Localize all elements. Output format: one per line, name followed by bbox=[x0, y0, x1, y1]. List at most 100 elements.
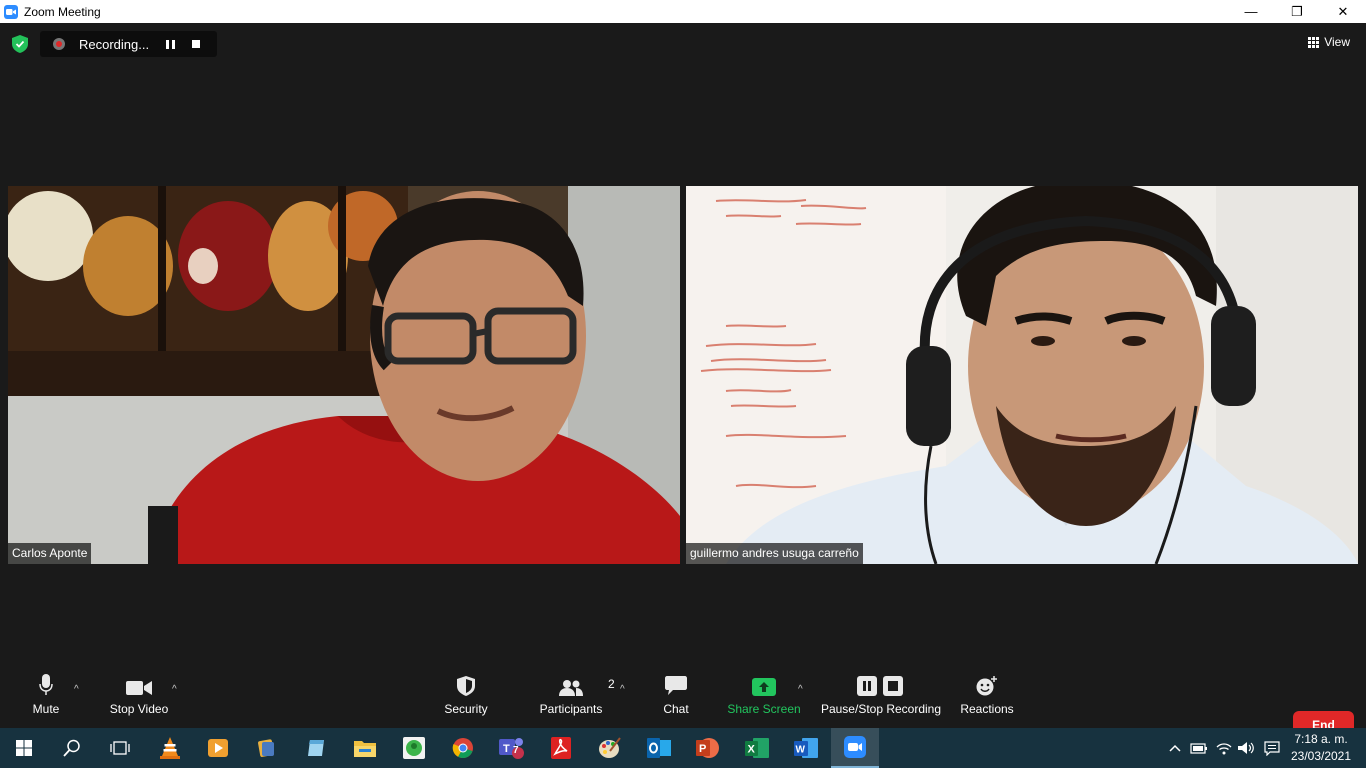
minimize-button[interactable]: — bbox=[1228, 0, 1274, 23]
taskbar-excel[interactable]: X bbox=[733, 728, 781, 768]
search-icon bbox=[63, 739, 80, 757]
meeting-area: Recording... View Carlos Aponte guillerm… bbox=[0, 23, 1366, 738]
security-label: Security bbox=[444, 702, 488, 716]
meeting-toolbar: Mute ^ Stop Video ^ Security 2 Participa… bbox=[0, 670, 1366, 738]
vlc-cone-icon bbox=[160, 737, 180, 759]
chat-button[interactable]: Chat bbox=[658, 670, 694, 716]
task-view-button[interactable] bbox=[96, 728, 144, 768]
zoom-icon bbox=[844, 736, 866, 758]
taskbar-notepad[interactable] bbox=[292, 728, 340, 768]
chrome-icon bbox=[452, 738, 473, 759]
participant-name-tag: Carlos Aponte bbox=[8, 543, 92, 564]
mute-button[interactable]: Mute bbox=[28, 670, 64, 716]
participants-button[interactable]: 2 Participants bbox=[538, 670, 615, 716]
windows-logo-icon bbox=[16, 740, 32, 756]
notepad-icon bbox=[308, 740, 324, 756]
media-player-icon bbox=[208, 739, 228, 757]
taskbar-file-explorer[interactable] bbox=[341, 728, 389, 768]
share-screen-icon bbox=[752, 678, 776, 696]
participants-count: 2 bbox=[608, 677, 615, 691]
reactions-label: Reactions bbox=[960, 702, 1014, 716]
chat-label: Chat bbox=[663, 702, 689, 716]
notification-center-button[interactable] bbox=[1262, 728, 1282, 768]
taskbar-vlc[interactable] bbox=[146, 728, 194, 768]
taskbar-powerpoint[interactable]: P bbox=[684, 728, 732, 768]
teams-icon: T bbox=[499, 738, 524, 759]
taskbar-word[interactable]: W bbox=[782, 728, 830, 768]
stop-icon bbox=[192, 40, 200, 48]
pause-recording-button[interactable] bbox=[161, 35, 179, 53]
view-button[interactable]: View bbox=[1308, 35, 1350, 49]
audio-options-caret-icon[interactable]: ^ bbox=[74, 684, 79, 695]
green-app-icon bbox=[403, 737, 425, 759]
teams-notification-badge: 7 bbox=[513, 745, 519, 756]
show-hidden-icons-button[interactable] bbox=[1166, 728, 1184, 768]
pause-stop-recording-button[interactable]: Pause/Stop Recording bbox=[820, 670, 942, 716]
svg-text:X: X bbox=[748, 744, 756, 756]
participants-icon bbox=[559, 680, 583, 696]
volume-control[interactable] bbox=[1236, 728, 1258, 768]
excel-icon: X bbox=[745, 738, 769, 758]
taskbar-paint[interactable] bbox=[586, 728, 634, 768]
clock-date: 23/03/2021 bbox=[1290, 749, 1352, 763]
taskbar-green-app[interactable] bbox=[390, 728, 438, 768]
wifi-icon bbox=[1216, 743, 1232, 755]
reactions-button[interactable]: Reactions bbox=[958, 670, 1016, 716]
video-tile-carlos[interactable]: Carlos Aponte bbox=[8, 186, 680, 564]
grid-view-icon bbox=[1308, 36, 1320, 48]
battery-icon bbox=[1190, 743, 1207, 754]
security-button[interactable]: Security bbox=[440, 670, 492, 716]
share-screen-label: Share Screen bbox=[727, 702, 801, 716]
outlook-icon bbox=[647, 738, 671, 758]
participants-options-caret-icon[interactable]: ^ bbox=[620, 684, 625, 695]
share-options-caret-icon[interactable]: ^ bbox=[798, 684, 803, 695]
zoom-app-icon bbox=[4, 4, 18, 19]
notification-icon bbox=[1264, 740, 1280, 756]
powerpoint-icon: P bbox=[696, 738, 719, 758]
pause-icon bbox=[165, 39, 175, 49]
stop-recording-button[interactable] bbox=[187, 35, 205, 53]
restore-button[interactable]: ❐ bbox=[1274, 0, 1320, 23]
participant-video-carlos bbox=[8, 186, 680, 564]
taskbar-acrobat[interactable] bbox=[537, 728, 585, 768]
windows-start-button[interactable] bbox=[0, 728, 48, 768]
security-shield-icon bbox=[457, 676, 475, 696]
meeting-topbar: Recording... View bbox=[0, 23, 1366, 65]
folder-icon bbox=[354, 741, 376, 757]
share-screen-button[interactable]: Share Screen bbox=[727, 670, 801, 716]
reactions-smiley-icon bbox=[976, 676, 997, 696]
word-icon: W bbox=[794, 738, 818, 758]
encryption-shield-icon[interactable] bbox=[12, 35, 28, 53]
speaker-icon bbox=[1238, 742, 1254, 754]
close-icon: ✕ bbox=[1337, 3, 1349, 19]
taskbar-zoom[interactable] bbox=[831, 728, 879, 768]
svg-text:W: W bbox=[796, 745, 806, 756]
participant-name-tag: guillermo andres usuga carreño bbox=[686, 543, 863, 564]
windows-taskbar: T 7 P X W 7:18 a. m. 23/03/2021 bbox=[0, 728, 1366, 768]
chevron-up-icon bbox=[1169, 744, 1181, 752]
document-app-icon bbox=[258, 739, 274, 757]
taskbar-teams[interactable]: T 7 bbox=[488, 728, 536, 768]
minimize-icon: — bbox=[1244, 4, 1258, 19]
taskbar-outlook[interactable] bbox=[635, 728, 683, 768]
pause-stop-recording-icon bbox=[857, 676, 903, 696]
paint-palette-icon bbox=[599, 737, 621, 758]
battery-status[interactable] bbox=[1188, 728, 1210, 768]
chat-bubble-icon bbox=[665, 676, 687, 695]
network-status[interactable] bbox=[1213, 728, 1235, 768]
svg-text:T: T bbox=[503, 743, 510, 755]
taskbar-clock[interactable]: 7:18 a. m. 23/03/2021 bbox=[1286, 731, 1356, 765]
view-label: View bbox=[1324, 35, 1350, 49]
taskbar-media-player[interactable] bbox=[194, 728, 242, 768]
taskbar-file-app[interactable] bbox=[243, 728, 291, 768]
taskbar-chrome[interactable] bbox=[439, 728, 487, 768]
recording-indicator: Recording... bbox=[40, 31, 217, 57]
pause-stop-recording-label: Pause/Stop Recording bbox=[820, 702, 942, 716]
close-button[interactable]: ✕ bbox=[1320, 0, 1366, 23]
mute-label: Mute bbox=[32, 702, 60, 716]
taskbar-search-button[interactable] bbox=[48, 728, 96, 768]
stop-video-button[interactable]: Stop Video bbox=[105, 670, 173, 716]
svg-text:P: P bbox=[699, 743, 706, 755]
video-options-caret-icon[interactable]: ^ bbox=[172, 684, 177, 695]
video-tile-guillermo[interactable]: guillermo andres usuga carreño bbox=[686, 186, 1358, 564]
